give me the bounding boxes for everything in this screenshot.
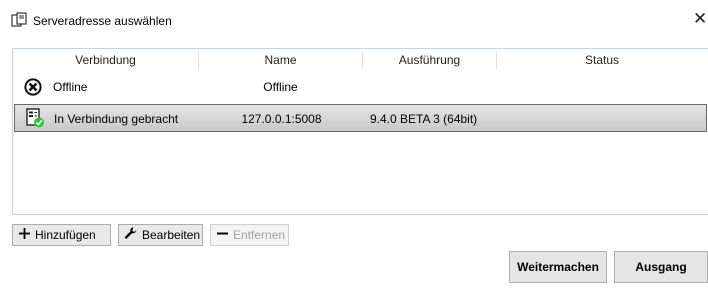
cell-name: 127.0.0.1:5008 xyxy=(241,112,322,126)
table-row[interactable]: Offline Offline xyxy=(13,73,708,101)
cell-ausfuehrung xyxy=(363,73,502,101)
plus-icon xyxy=(18,226,31,246)
exit-button[interactable]: Ausgang xyxy=(614,251,708,283)
cell-status xyxy=(497,73,707,101)
remove-button[interactable]: Entfernen xyxy=(210,224,289,246)
add-button[interactable]: Hinzufügen xyxy=(12,224,111,246)
continue-button[interactable]: Weitermachen xyxy=(509,251,607,283)
edit-button[interactable]: Bearbeiten xyxy=(118,224,203,246)
edit-button-label: Bearbeiten xyxy=(142,228,201,242)
wrench-icon xyxy=(124,226,138,246)
server-connected-icon xyxy=(25,108,45,131)
remove-button-label: Entfernen xyxy=(233,228,286,242)
server-list[interactable]: Verbindung Name Ausführung Status Offlin… xyxy=(12,48,708,215)
window-title: Serveradresse auswählen xyxy=(33,14,172,28)
cell-verbindung: In Verbindung gebracht xyxy=(54,112,179,126)
column-header-name[interactable]: Name xyxy=(199,49,362,71)
add-button-label: Hinzufügen xyxy=(35,228,96,242)
table-row-selected[interactable]: In Verbindung gebracht 127.0.0.1:5008 9.… xyxy=(14,104,707,132)
close-icon[interactable]: ✕ xyxy=(693,10,707,27)
cell-ausfuehrung: 9.4.0 BETA 3 (64bit) xyxy=(370,112,478,126)
minus-icon xyxy=(216,226,229,246)
title-bar: Serveradresse auswählen ✕ xyxy=(0,0,708,40)
column-header-status[interactable]: Status xyxy=(497,49,707,71)
column-header-verbindung[interactable]: Verbindung xyxy=(13,49,198,71)
offline-icon xyxy=(24,78,42,99)
cell-name: Offline xyxy=(263,80,298,94)
cell-verbindung: Offline xyxy=(53,80,88,94)
column-header-ausfuehrung[interactable]: Ausführung xyxy=(363,49,496,71)
server-app-icon xyxy=(11,12,27,28)
cell-status xyxy=(498,105,706,133)
list-header: Verbindung Name Ausführung Status xyxy=(13,49,708,71)
